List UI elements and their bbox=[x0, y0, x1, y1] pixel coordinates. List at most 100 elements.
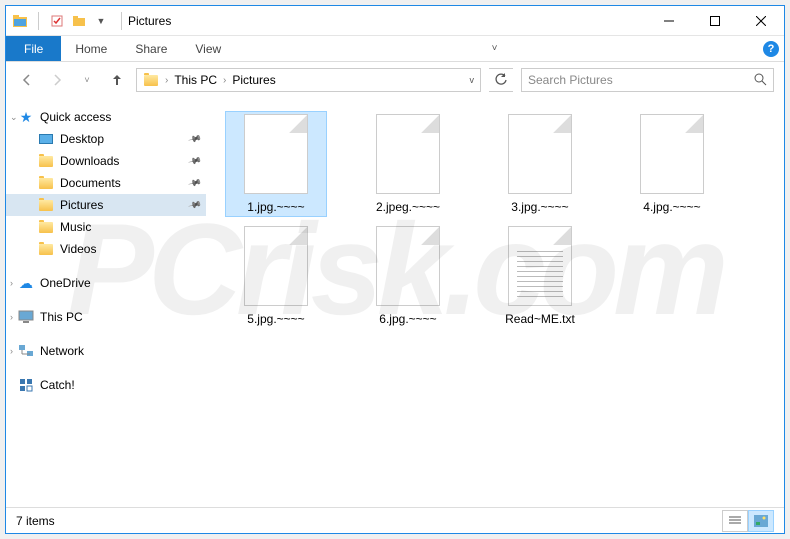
address-bar[interactable]: › This PC › Pictures v bbox=[136, 68, 481, 92]
window-controls bbox=[646, 6, 784, 36]
file-icon bbox=[376, 226, 440, 306]
file-item[interactable]: 6.jpg.~~~~ bbox=[358, 224, 458, 328]
sidebar-item-label: OneDrive bbox=[40, 276, 91, 290]
view-switcher bbox=[722, 510, 774, 532]
desktop-icon bbox=[38, 131, 54, 147]
folder-icon bbox=[38, 197, 54, 213]
sidebar-item-label: Quick access bbox=[40, 110, 111, 124]
main-area: ⌄ ★ Quick access Desktop📌Downloads📌Docum… bbox=[6, 98, 784, 507]
qat-dropdown-icon[interactable]: ▼ bbox=[91, 11, 111, 31]
pc-icon bbox=[18, 309, 34, 325]
sidebar-item-quick-access[interactable]: ⌄ ★ Quick access bbox=[6, 106, 206, 128]
file-item[interactable]: Read~ME.txt bbox=[490, 224, 590, 328]
sidebar-item-label: Downloads bbox=[60, 154, 119, 168]
help-button[interactable]: ? bbox=[758, 36, 784, 61]
search-placeholder: Search Pictures bbox=[528, 73, 613, 87]
file-name: 1.jpg.~~~~ bbox=[247, 200, 304, 214]
back-button[interactable] bbox=[16, 69, 38, 91]
catch-icon bbox=[18, 377, 34, 393]
sidebar-item-label: Network bbox=[40, 344, 84, 358]
file-icon bbox=[640, 114, 704, 194]
new-folder-icon[interactable] bbox=[69, 11, 89, 31]
sidebar-item-pictures[interactable]: Pictures 📌 bbox=[6, 194, 206, 216]
ribbon-collapse[interactable]: ˅ bbox=[482, 36, 508, 61]
file-view[interactable]: 1.jpg.~~~~ 2.jpeg.~~~~ 3.jpg.~~~~ 4.jpg.~~~… bbox=[206, 98, 784, 507]
expand-icon[interactable]: › bbox=[10, 312, 13, 322]
folder-icon bbox=[38, 241, 54, 257]
item-count: 7 items bbox=[16, 514, 55, 528]
network-icon bbox=[18, 343, 34, 359]
file-name: 4.jpg.~~~~ bbox=[643, 200, 700, 214]
tab-home[interactable]: Home bbox=[61, 36, 121, 61]
minimize-button[interactable] bbox=[646, 6, 692, 36]
sidebar-item-label: This PC bbox=[40, 310, 83, 324]
sidebar-item-label: Catch! bbox=[40, 378, 75, 392]
sidebar-item-label: Desktop bbox=[60, 132, 104, 146]
window-title: Pictures bbox=[128, 14, 171, 28]
file-item[interactable]: 3.jpg.~~~~ bbox=[490, 112, 590, 216]
sidebar-item-catch[interactable]: Catch! bbox=[6, 374, 206, 396]
properties-icon[interactable] bbox=[47, 11, 67, 31]
status-bar: 7 items bbox=[6, 507, 784, 533]
sidebar-item-label: Music bbox=[60, 220, 91, 234]
chevron-right-icon[interactable]: › bbox=[223, 75, 226, 86]
file-name: 6.jpg.~~~~ bbox=[379, 312, 436, 326]
navigation-pane[interactable]: ⌄ ★ Quick access Desktop📌Downloads📌Docum… bbox=[6, 98, 206, 507]
sidebar-item-documents[interactable]: Documents📌 bbox=[6, 172, 206, 194]
explorer-window: ▼ Pictures File Home Share View ˅ ? ˅ bbox=[5, 5, 785, 534]
file-icon bbox=[244, 114, 308, 194]
sidebar-item-downloads[interactable]: Downloads 📌 bbox=[6, 150, 206, 172]
ribbon: File Home Share View ˅ ? bbox=[6, 36, 784, 62]
file-item[interactable]: 2.jpeg.~~~~ bbox=[358, 112, 458, 216]
sidebar-item-videos[interactable]: Videos bbox=[6, 238, 206, 260]
cloud-icon: ☁ bbox=[18, 275, 34, 291]
file-icon bbox=[376, 114, 440, 194]
pin-icon: 📌 bbox=[187, 175, 202, 190]
collapse-icon[interactable]: ⌄ bbox=[10, 112, 18, 123]
maximize-button[interactable] bbox=[692, 6, 738, 36]
breadcrumb-pictures[interactable]: Pictures bbox=[232, 73, 275, 87]
sidebar-item-onedrive[interactable]: › ☁ OneDrive bbox=[6, 272, 206, 294]
file-item[interactable]: 1.jpg.~~~~ bbox=[226, 112, 326, 216]
search-input[interactable]: Search Pictures bbox=[521, 68, 774, 92]
details-view-button[interactable] bbox=[722, 510, 748, 532]
file-item[interactable]: 4.jpg.~~~~ bbox=[622, 112, 722, 216]
sidebar-item-thispc[interactable]: › This PC bbox=[6, 306, 206, 328]
sidebar-item-music[interactable]: Music bbox=[6, 216, 206, 238]
pin-icon: 📌 bbox=[187, 131, 202, 146]
tab-share[interactable]: Share bbox=[121, 36, 181, 61]
folder-icon bbox=[38, 219, 54, 235]
file-icon bbox=[244, 226, 308, 306]
folder-icon bbox=[143, 72, 159, 88]
sidebar-item-label: Videos bbox=[60, 242, 96, 256]
file-item[interactable]: 5.jpg.~~~~ bbox=[226, 224, 326, 328]
separator bbox=[38, 12, 39, 30]
forward-button[interactable] bbox=[46, 69, 68, 91]
file-tab[interactable]: File bbox=[6, 36, 61, 61]
file-name: 2.jpeg.~~~~ bbox=[376, 200, 440, 214]
sidebar-item-desktop[interactable]: Desktop 📌 bbox=[6, 128, 206, 150]
address-dropdown-icon[interactable]: v bbox=[470, 75, 475, 85]
search-icon[interactable] bbox=[753, 72, 767, 89]
chevron-right-icon[interactable]: › bbox=[165, 75, 168, 86]
explorer-icon bbox=[10, 11, 30, 31]
folder-icon bbox=[38, 175, 54, 191]
help-icon: ? bbox=[763, 41, 779, 57]
file-name: 5.jpg.~~~~ bbox=[247, 312, 304, 326]
separator bbox=[121, 12, 122, 30]
title-bar: ▼ Pictures bbox=[6, 6, 784, 36]
sidebar-item-network[interactable]: › Network bbox=[6, 340, 206, 362]
sidebar-item-label: Pictures bbox=[60, 198, 103, 212]
tab-view[interactable]: View bbox=[181, 36, 235, 61]
up-button[interactable] bbox=[106, 69, 128, 91]
expand-icon[interactable]: › bbox=[10, 346, 13, 356]
refresh-button[interactable] bbox=[489, 68, 513, 92]
expand-icon[interactable]: › bbox=[10, 278, 13, 288]
thumbnails-view-button[interactable] bbox=[748, 510, 774, 532]
recent-dropdown[interactable]: ˅ bbox=[76, 69, 98, 91]
pin-icon: 📌 bbox=[187, 197, 202, 212]
pin-icon: 📌 bbox=[187, 153, 202, 168]
text-file-icon bbox=[508, 226, 572, 306]
breadcrumb-thispc[interactable]: This PC bbox=[174, 73, 217, 87]
close-button[interactable] bbox=[738, 6, 784, 36]
